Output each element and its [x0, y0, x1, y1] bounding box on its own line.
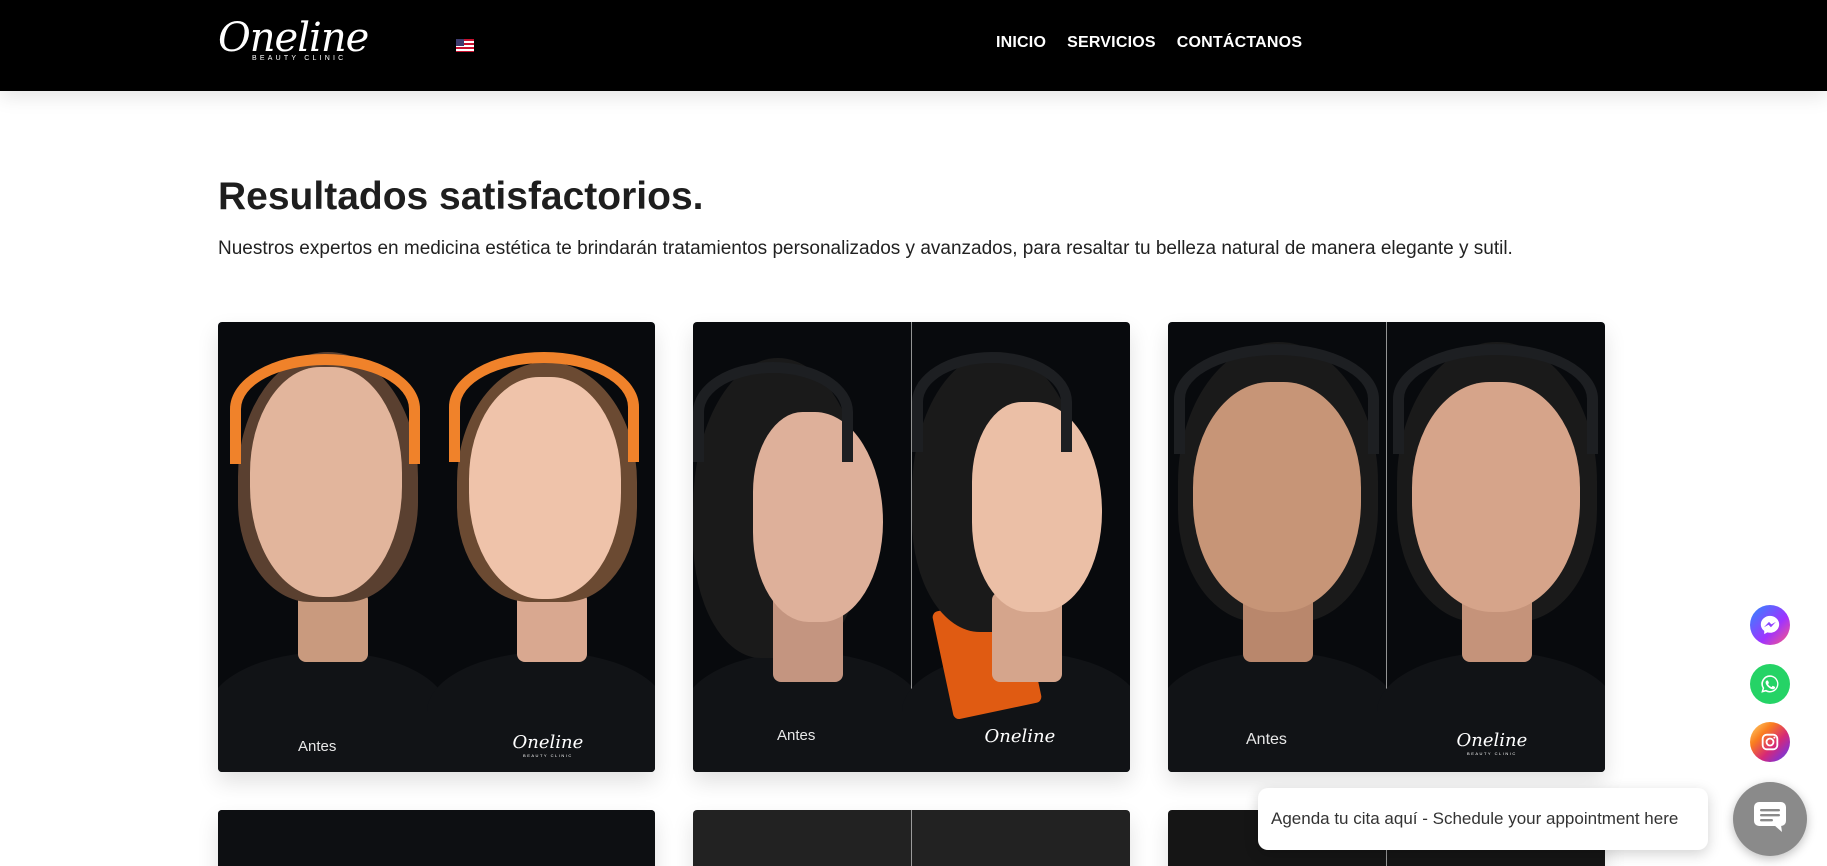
before-label: Antes	[1246, 731, 1287, 748]
before-label: Antes	[298, 738, 337, 755]
result-card[interactable]: Antes Oneline BEAUTY CLINIC	[218, 322, 655, 772]
clinic-watermark: Oneline BEAUTY CLINIC	[512, 732, 584, 758]
before-label: Antes	[777, 727, 816, 744]
site-logo[interactable]: Oneline BEAUTY CLINIC	[218, 18, 393, 70]
chat-icon	[1752, 800, 1788, 839]
result-card[interactable]	[218, 810, 655, 866]
before-photo: Antes	[1168, 322, 1398, 772]
nav-servicios[interactable]: SERVICIOS	[1067, 34, 1156, 52]
before-photo: Antes	[218, 322, 448, 772]
nav-inicio[interactable]: INICIO	[996, 34, 1046, 52]
result-card[interactable]: Antes Oneline	[693, 322, 1130, 772]
clinic-watermark: Oneline BEAUTY CLINIC	[1456, 730, 1528, 756]
chat-prompt-text: Agenda tu cita aquí - Schedule your appo…	[1271, 809, 1679, 828]
after-photo: Oneline	[901, 322, 1130, 772]
chat-prompt[interactable]: Agenda tu cita aquí - Schedule your appo…	[1258, 788, 1708, 850]
main-nav: INICIO SERVICIOS CONTÁCTANOS	[996, 34, 1302, 52]
after-photo: Oneline BEAUTY CLINIC	[426, 322, 655, 772]
whatsapp-icon[interactable]	[1750, 664, 1790, 704]
logo-wordmark: Oneline	[218, 15, 369, 61]
instagram-icon[interactable]	[1750, 722, 1790, 762]
section-title: Resultados satisfactorios.	[218, 175, 704, 218]
section-subtitle: Nuestros expertos en medicina estética t…	[218, 238, 1513, 259]
nav-contactanos[interactable]: CONTÁCTANOS	[1177, 34, 1302, 52]
result-card[interactable]: Antes Oneline BEAUTY CLINIC	[1168, 322, 1605, 772]
before-photo: Antes	[693, 322, 923, 772]
result-card[interactable]	[693, 810, 1130, 866]
messenger-icon[interactable]	[1750, 605, 1790, 645]
chat-button[interactable]	[1733, 782, 1807, 856]
site-header: Oneline BEAUTY CLINIC INICIO SERVICIOS C…	[0, 0, 1827, 91]
us-flag-icon[interactable]	[456, 39, 474, 52]
logo-tagline: BEAUTY CLINIC	[252, 55, 347, 62]
clinic-watermark: Oneline	[984, 726, 1056, 747]
after-photo: Oneline BEAUTY CLINIC	[1376, 322, 1605, 772]
